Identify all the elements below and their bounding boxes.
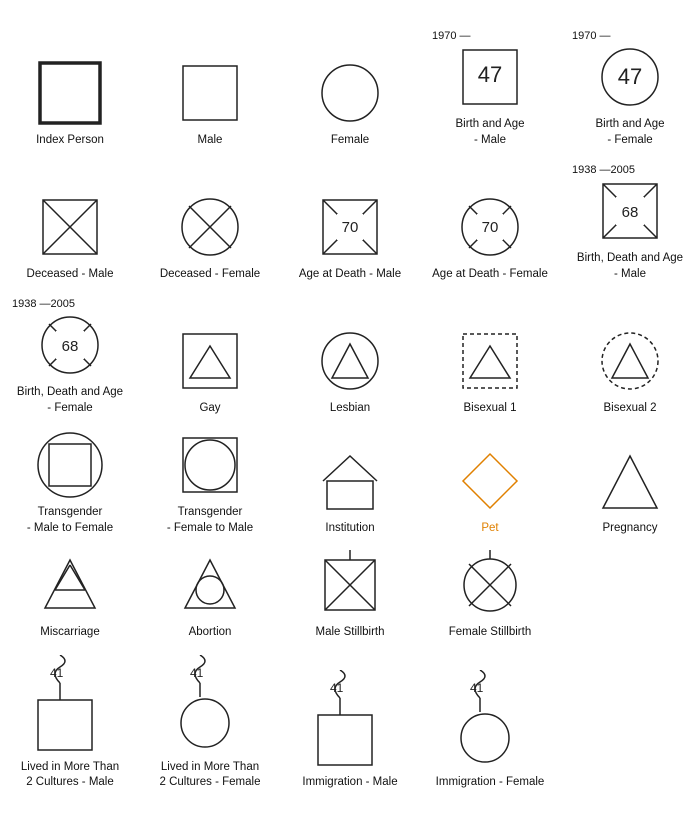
- cell-birth-age-female: 1970 — 47 Birth and Age- Female: [560, 24, 700, 150]
- symbol-institution: [315, 446, 385, 516]
- cell-age-death-male: 70 Age at Death - Male: [280, 158, 420, 284]
- cell-miscarriage: Miscarriage: [0, 546, 140, 643]
- cell-gay: Gay: [140, 292, 280, 418]
- svg-text:68: 68: [622, 204, 639, 221]
- symbol-pet: [455, 446, 525, 516]
- symbol-deceased-female: [175, 192, 245, 262]
- label-gay: Gay: [199, 401, 220, 417]
- label-male-stillbirth: Male Stillbirth: [315, 625, 384, 641]
- symbol-birth-age-female: 47: [595, 42, 665, 112]
- note-birth-age-female: 1970 —: [564, 30, 611, 42]
- cell-birth-death-male: 1938 —2005 68 Birth, Death and Age- Male: [560, 158, 700, 284]
- symbol-birth-death-female: 68: [35, 310, 105, 380]
- svg-text:47: 47: [618, 64, 642, 89]
- label-birth-death-male: Birth, Death and Age- Male: [577, 251, 683, 282]
- symbol-birth-age-male: 47: [455, 42, 525, 112]
- label-age-death-male: Age at Death - Male: [299, 267, 401, 283]
- label-female: Female: [331, 133, 369, 149]
- note-birth-death-female: 1938 —2005: [4, 298, 75, 310]
- cell-birth-death-female: 1938 —2005 68 Birth, Death and Age- Female: [0, 292, 140, 418]
- symbol-birth-death-male: 68: [595, 176, 665, 246]
- label-lesbian: Lesbian: [330, 401, 370, 417]
- symbol-immigration-male: 41: [310, 670, 390, 770]
- cell-deceased-female: Deceased - Female: [140, 158, 280, 284]
- label-bisexual1: Bisexual 1: [463, 401, 516, 417]
- cell-male-stillbirth: Male Stillbirth: [280, 546, 420, 643]
- symbol-trans-m2f: [35, 430, 105, 500]
- symbol-female-stillbirth: [455, 550, 525, 620]
- cell-birth-age-male: 1970 — 47 Birth and Age- Male: [420, 24, 560, 150]
- symbol-abortion: [175, 550, 245, 620]
- symbol-deceased-male: [35, 192, 105, 262]
- label-pet: Pet: [481, 521, 498, 537]
- page-title: [0, 0, 700, 24]
- label-birth-age-female: Birth and Age- Female: [595, 117, 664, 148]
- label-institution: Institution: [325, 521, 374, 537]
- cell-male: Male: [140, 24, 280, 150]
- symbol-male-stillbirth: [315, 550, 385, 620]
- label-immigration-female: Immigration - Female: [436, 775, 545, 791]
- symbol-lived-more-male: 41: [30, 655, 110, 755]
- svg-text:70: 70: [342, 219, 359, 236]
- cell-female: Female: [280, 24, 420, 150]
- label-age-death-female: Age at Death - Female: [432, 267, 548, 283]
- symbol-female: [315, 58, 385, 128]
- cell-immigration-male: 41 Immigration - Male: [280, 651, 420, 793]
- cell-female-stillbirth: Female Stillbirth: [420, 546, 560, 643]
- empty-cell: [560, 651, 700, 793]
- symbol-trans-f2m: [175, 430, 245, 500]
- cell-abortion: Abortion: [140, 546, 280, 643]
- cell-trans-m2f: Transgender- Male to Female: [0, 426, 140, 538]
- symbol-male: [175, 58, 245, 128]
- symbol-age-death-male: 70: [315, 192, 385, 262]
- symbols-grid: Index Person Male Female 1970 — 47 Birth and …: [0, 24, 700, 809]
- cell-pregnancy: Pregnancy: [560, 426, 700, 538]
- symbol-miscarriage: [35, 550, 105, 620]
- svg-text:70: 70: [482, 219, 499, 236]
- cell-pet: Pet: [420, 426, 560, 538]
- cell-lived-more-female: 41 Lived in More Than2 Cultures - Female: [140, 651, 280, 793]
- label-birth-age-male: Birth and Age- Male: [455, 117, 524, 148]
- label-birth-death-female: Birth, Death and Age- Female: [17, 385, 123, 416]
- cell-institution: Institution: [280, 426, 420, 538]
- label-deceased-male: Deceased - Male: [27, 267, 114, 283]
- symbol-lived-more-female: 41: [170, 655, 250, 755]
- symbol-index-person: [35, 58, 105, 128]
- label-abortion: Abortion: [189, 625, 232, 641]
- cell-immigration-female: 41 Immigration - Female: [420, 651, 560, 793]
- cell-age-death-female: 70 Age at Death - Female: [420, 158, 560, 284]
- label-male: Male: [198, 133, 223, 149]
- symbol-age-death-female: 70: [455, 192, 525, 262]
- cell-lived-more-male: 41 Lived in More Than2 Cultures - Male: [0, 651, 140, 793]
- cell-index-person: Index Person: [0, 24, 140, 150]
- label-lived-more-female: Lived in More Than2 Cultures - Female: [160, 760, 261, 791]
- svg-text:68: 68: [62, 338, 79, 355]
- symbol-bisexual1: [455, 326, 525, 396]
- cell-bisexual2: Bisexual 2: [560, 292, 700, 418]
- label-deceased-female: Deceased - Female: [160, 267, 260, 283]
- cell-trans-f2m: Transgender- Female to Male: [140, 426, 280, 538]
- symbol-pregnancy: [595, 446, 665, 516]
- symbol-bisexual2: [595, 326, 665, 396]
- note-birth-age-male: 1970 —: [424, 30, 471, 42]
- cell-lesbian: Lesbian: [280, 292, 420, 418]
- empty-cell: [560, 546, 700, 643]
- label-trans-f2m: Transgender- Female to Male: [167, 505, 253, 536]
- label-bisexual2: Bisexual 2: [603, 401, 656, 417]
- label-trans-m2f: Transgender- Male to Female: [27, 505, 113, 536]
- label-female-stillbirth: Female Stillbirth: [449, 625, 531, 641]
- symbol-lesbian: [315, 326, 385, 396]
- symbol-gay: [175, 326, 245, 396]
- label-immigration-male: Immigration - Male: [302, 775, 397, 791]
- label-miscarriage: Miscarriage: [40, 625, 99, 641]
- svg-text:47: 47: [478, 62, 502, 87]
- cell-deceased-male: Deceased - Male: [0, 158, 140, 284]
- label-pregnancy: Pregnancy: [603, 521, 658, 537]
- label-index-person: Index Person: [36, 133, 104, 149]
- symbol-immigration-female: 41: [450, 670, 530, 770]
- note-birth-death-male: 1938 —2005: [564, 164, 635, 176]
- cell-bisexual1: Bisexual 1: [420, 292, 560, 418]
- label-lived-more-male: Lived in More Than2 Cultures - Male: [21, 760, 119, 791]
